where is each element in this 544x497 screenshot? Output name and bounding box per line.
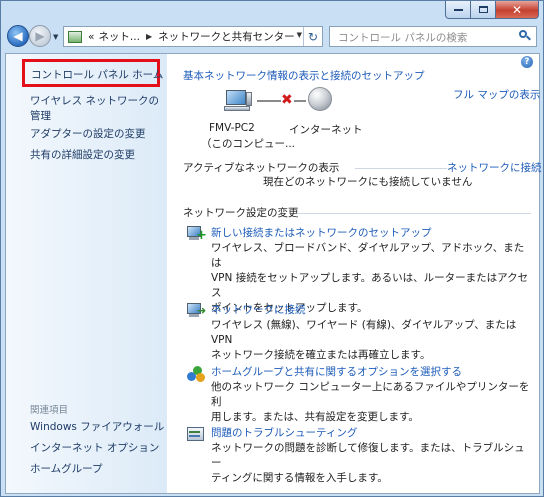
- address-dropdown-icon[interactable]: ▼: [297, 31, 302, 39]
- maximize-icon: [478, 6, 488, 13]
- help-icon[interactable]: ?: [521, 56, 533, 68]
- section-divider: [297, 213, 531, 214]
- sidebar-home-highlight: コントロール パネル ホーム: [22, 59, 163, 87]
- computer-sublabel: （このコンピュー...: [201, 138, 296, 150]
- breadcrumb-sharing-center[interactable]: ネットワークと共有センター: [158, 29, 295, 44]
- search-box[interactable]: コントロール パネルの検索: [329, 26, 537, 47]
- close-icon: ✕: [511, 2, 523, 17]
- desc-line: ネットワーク接続を確立または再確立します。: [211, 349, 431, 361]
- change-settings-heading: ネットワーク設定の変更: [183, 207, 299, 219]
- desc-line: ワイヤレス (無線)、ワイヤード (有線)、ダイヤルアップ、または VPN: [211, 319, 517, 346]
- sidebar: コントロール パネル ホーム ワイヤレス ネットワークの管理 アダプターの設定の…: [6, 54, 167, 493]
- task-homegroup-desc: 他のネットワーク コンピューター上にあるファイルやプリンターを利 用します。また…: [211, 380, 531, 425]
- sidebar-item-wireless-management[interactable]: ワイヤレス ネットワークの管理: [30, 94, 160, 124]
- connect-network-link[interactable]: ネットワークに接続: [447, 160, 542, 175]
- troubleshoot-icon: [187, 426, 205, 442]
- breadcrumb-separator-icon[interactable]: ▶: [146, 32, 152, 41]
- recent-pages-dropdown[interactable]: ▼: [53, 33, 58, 41]
- search-input[interactable]: コントロール パネルの検索: [338, 30, 467, 45]
- homegroup-icon: [187, 366, 205, 382]
- refresh-button[interactable]: ↻: [303, 27, 322, 46]
- desc-line: ティングに関する情報を入手します。: [211, 472, 388, 484]
- task-connect-link[interactable]: ネットワークに接続: [211, 302, 306, 317]
- maximize-button[interactable]: [471, 1, 496, 19]
- active-networks-heading: アクティブなネットワークの表示: [183, 162, 340, 174]
- caption-buttons: ✕: [445, 1, 539, 19]
- desc-line: 他のネットワーク コンピューター上にあるファイルやプリンターを利: [211, 381, 530, 408]
- breadcrumb-network[interactable]: ネット...: [98, 29, 140, 44]
- desc-line: 用します。または、共有設定を変更します。: [211, 411, 419, 423]
- related-heading: 関連項目: [30, 405, 69, 416]
- sidebar-item-adapter-settings[interactable]: アダプターの設定の変更: [30, 127, 146, 142]
- desc-line: ワイヤレス、ブロードバンド、ダイヤルアップ、アドホック、または: [211, 242, 525, 269]
- connection-line: [294, 100, 306, 102]
- task-new-connection-link[interactable]: 新しい接続またはネットワークのセットアップ: [211, 225, 432, 240]
- related-item-homegroup[interactable]: ホームグループ: [30, 462, 103, 477]
- search-icon[interactable]: [519, 30, 531, 41]
- task-troubleshoot-desc: ネットワークの問題を診断して修復します。または、トラブルシュー ティングに関する…: [211, 441, 531, 486]
- connect-network-icon: ➜: [187, 303, 206, 319]
- page-title: 基本ネットワーク情報の表示と接続のセットアップ: [183, 70, 425, 82]
- back-button[interactable]: ◀: [7, 25, 29, 47]
- internet-globe-icon: [308, 87, 332, 111]
- minimize-icon: [453, 8, 463, 11]
- address-prefix[interactable]: «: [88, 31, 94, 43]
- section-divider: [355, 168, 447, 169]
- desc-line: VPN 接続をセットアップします。あるいは、ルーターまたはアクセス: [211, 272, 529, 299]
- full-map-link[interactable]: フル マップの表示: [453, 87, 540, 102]
- back-arrow-icon: ◀: [13, 29, 23, 43]
- sidebar-item-control-panel-home[interactable]: コントロール パネル ホーム: [31, 67, 163, 82]
- task-troubleshoot-link[interactable]: 問題のトラブルシューティング: [211, 425, 357, 440]
- internet-label: インターネット: [289, 124, 363, 136]
- minimize-button[interactable]: [445, 1, 471, 19]
- navigation-bar: ◀ ▶ ▼ « ネット... ▶ ネットワークと共有センター ▼ ↻ コントロー…: [5, 25, 539, 49]
- main-panel: ? 基本ネットワーク情報の表示と接続のセットアップ フル マップの表示 ✖ FM…: [167, 54, 542, 493]
- computer-name: FMV-PC2: [209, 122, 255, 134]
- related-item-internet-options[interactable]: インターネット オプション: [30, 441, 159, 456]
- forward-arrow-icon: ▶: [35, 29, 45, 43]
- sidebar-item-advanced-sharing[interactable]: 共有の詳細設定の変更: [30, 148, 135, 163]
- computer-icon: [224, 90, 252, 112]
- content-area: コントロール パネル ホーム ワイヤレス ネットワークの管理 アダプターの設定の…: [5, 53, 542, 494]
- new-connection-icon: +: [187, 226, 207, 242]
- control-panel-icon: [68, 30, 82, 43]
- address-bar[interactable]: « ネット... ▶ ネットワークと共有センター ▼ ↻: [63, 26, 323, 47]
- desc-line: ネットワークの問題を診断して修復します。または、トラブルシュー: [211, 442, 525, 469]
- no-network-status: 現在どのネットワークにも接続していません: [263, 176, 473, 188]
- disconnected-x-icon: ✖: [281, 92, 293, 108]
- window: ✕ ◀ ▶ ▼ « ネット... ▶ ネットワークと共有センター ▼ ↻ コント…: [0, 0, 544, 497]
- forward-button[interactable]: ▶: [29, 25, 51, 47]
- task-homegroup-link[interactable]: ホームグループと共有に関するオプションを選択する: [211, 364, 462, 379]
- connection-line: [257, 100, 281, 102]
- refresh-icon: ↻: [307, 29, 319, 44]
- related-item-firewall[interactable]: Windows ファイアウォール: [30, 420, 164, 435]
- close-button[interactable]: ✕: [496, 1, 539, 19]
- task-connect-desc: ワイヤレス (無線)、ワイヤード (有線)、ダイヤルアップ、または VPN ネッ…: [211, 318, 531, 363]
